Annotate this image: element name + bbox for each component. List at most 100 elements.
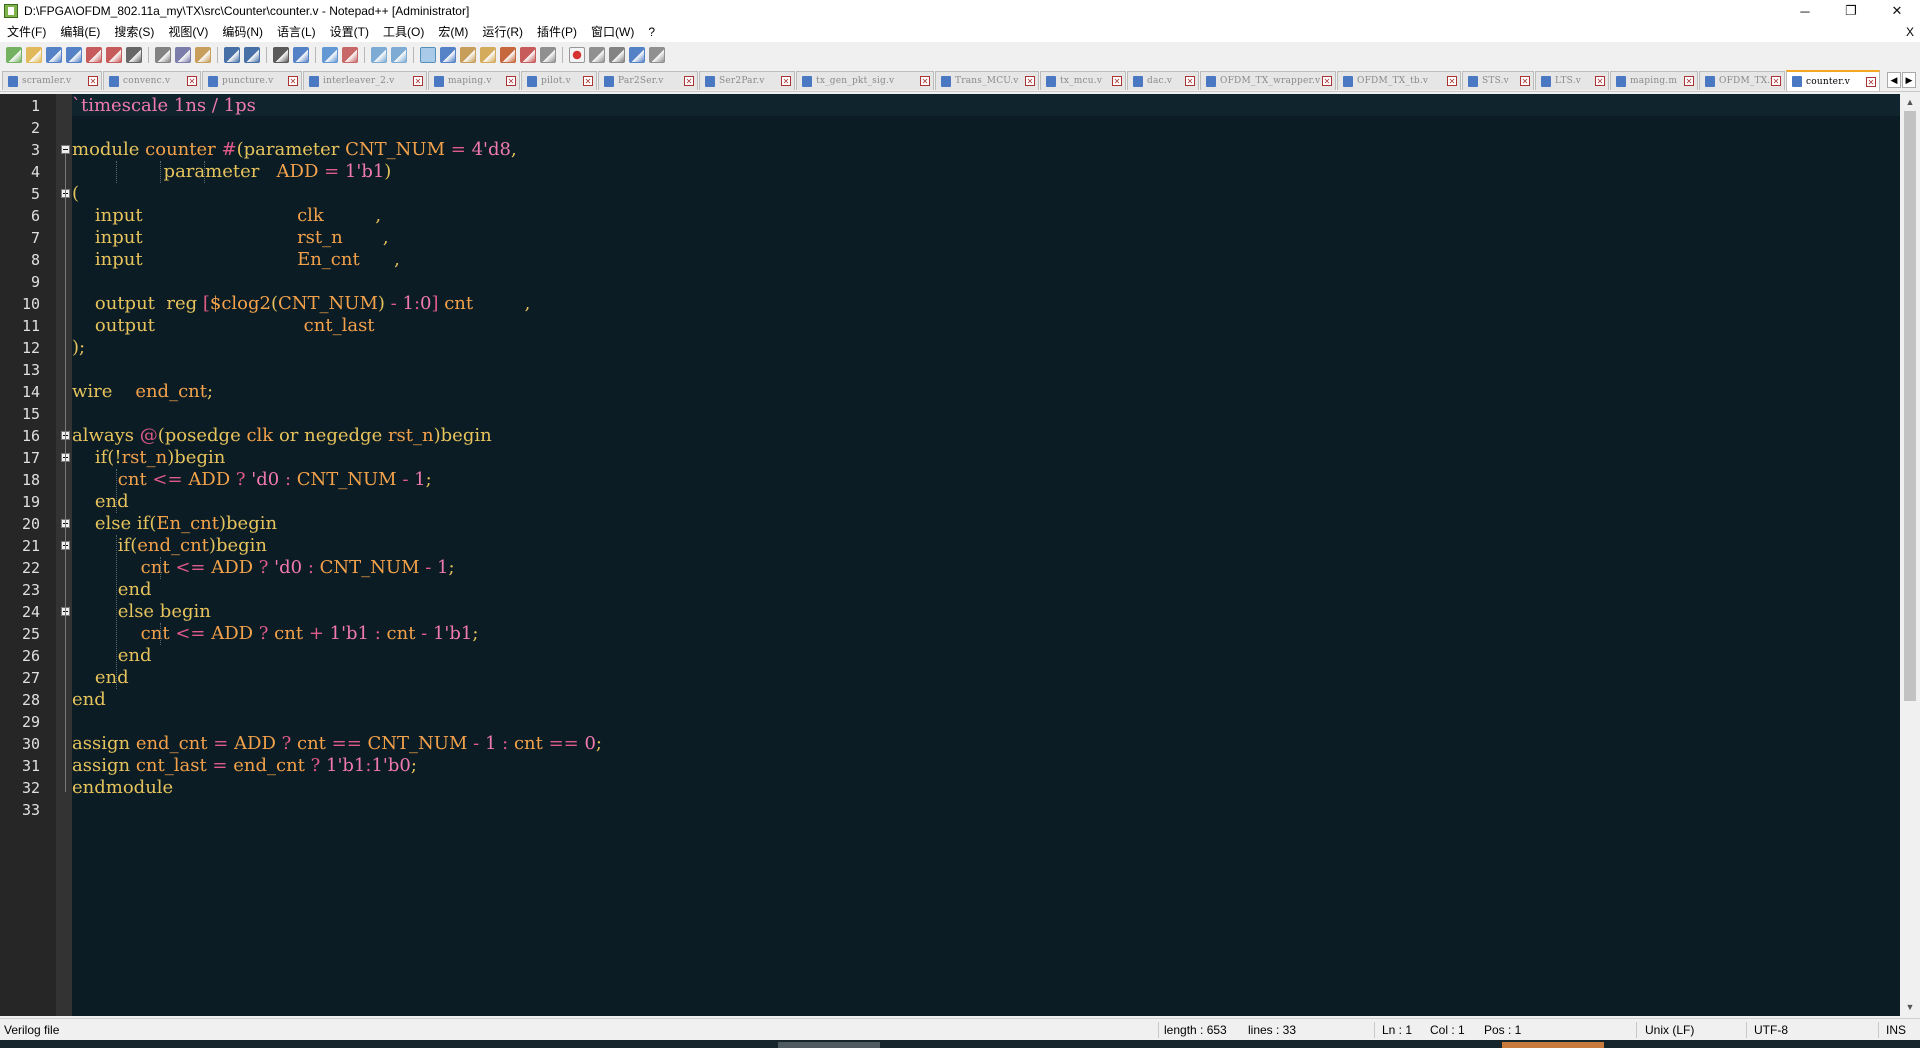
record-macro-icon[interactable] (569, 47, 585, 63)
undo-icon[interactable] (224, 47, 240, 63)
zoom-out-icon[interactable] (342, 47, 358, 63)
open-file-icon[interactable] (26, 47, 42, 63)
show-all-chars-icon[interactable] (440, 47, 456, 63)
save-all-icon[interactable] (66, 47, 82, 63)
tab-scroll-right-icon[interactable]: ▶ (1902, 72, 1916, 88)
tab-close-icon[interactable]: ✕ (1447, 76, 1457, 86)
tab-dac-v[interactable]: dac.v ✕ (1127, 71, 1199, 90)
replace-icon[interactable] (293, 47, 309, 63)
line-number: 32 (21, 779, 40, 797)
indent-guide-icon[interactable] (460, 47, 476, 63)
tab-close-icon[interactable]: ✕ (583, 76, 593, 86)
tab-sts-v[interactable]: STS.v ✕ (1462, 71, 1534, 90)
tab-close-icon[interactable]: ✕ (1112, 76, 1122, 86)
doc-map-icon[interactable] (480, 47, 496, 63)
tab-tx-gen-pkt-sig-v[interactable]: tx_gen_pkt_sig.v ✕ (796, 71, 934, 90)
tab-close-icon[interactable]: ✕ (920, 76, 930, 86)
scroll-up-icon[interactable]: ▲ (1900, 94, 1920, 111)
tab-close-icon[interactable]: ✕ (88, 76, 98, 86)
tab-scramler-v[interactable]: scramler.v ✕ (2, 71, 102, 90)
menu-macro[interactable]: 宏(M) (431, 22, 475, 42)
tab-tx-mcu-v[interactable]: tx_mcu.v ✕ (1040, 71, 1126, 90)
redo-icon[interactable] (244, 47, 260, 63)
tab-puncture-v[interactable]: puncture.v ✕ (202, 71, 302, 90)
scrollbar-thumb[interactable] (1904, 111, 1916, 701)
status-eol[interactable]: Unix (LF) (1645, 1019, 1694, 1041)
tab-close-icon[interactable]: ✕ (288, 76, 298, 86)
menu-view[interactable]: 视图(V) (161, 22, 215, 42)
function-list-icon[interactable] (500, 47, 516, 63)
sync-vertical-icon[interactable] (371, 47, 387, 63)
tab-close-icon[interactable]: ✕ (1322, 76, 1332, 86)
menu-tools[interactable]: 工具(O) (376, 22, 431, 42)
menu-help[interactable]: ? (641, 22, 662, 42)
restore-button[interactable]: ❐ (1828, 0, 1874, 22)
tab-close-icon[interactable]: ✕ (1595, 76, 1605, 86)
zoom-in-icon[interactable] (322, 47, 338, 63)
play-macro-icon[interactable] (609, 47, 625, 63)
save-icon[interactable] (46, 47, 62, 63)
tab-interleaver-2-v[interactable]: interleaver_2.v ✕ (303, 71, 427, 90)
close-document-button[interactable]: X (1906, 22, 1914, 42)
status-encoding[interactable]: UTF-8 (1754, 1019, 1788, 1041)
tab-close-icon[interactable]: ✕ (413, 76, 423, 86)
menu-edit[interactable]: 编辑(E) (53, 22, 107, 42)
tab-ofdm-tx-wrapper-v[interactable]: OFDM_TX_wrapper.v ✕ (1200, 71, 1336, 90)
fold-collapse-icon[interactable] (61, 145, 70, 154)
cut-icon[interactable] (155, 47, 171, 63)
status-insert-mode[interactable]: INS (1886, 1019, 1906, 1041)
menu-run[interactable]: 运行(R) (475, 22, 530, 42)
menu-search[interactable]: 搜索(S) (107, 22, 161, 42)
word-wrap-icon[interactable] (420, 47, 436, 63)
tab-trans-mcu-v[interactable]: Trans_MCU.v ✕ (935, 71, 1039, 90)
print-icon[interactable] (126, 47, 142, 63)
taskbar-strip (0, 1040, 1920, 1048)
scroll-down-icon[interactable]: ▼ (1900, 999, 1920, 1016)
tab-par2ser-v[interactable]: Par2Ser.v ✕ (598, 71, 698, 90)
code-area[interactable]: `timescale 1ns / 1ps module counter #(par… (72, 94, 1900, 1016)
tab-ofdm-tx-v[interactable]: OFDM_TX.v ✕ (1699, 71, 1785, 90)
tab-close-icon[interactable]: ✕ (781, 76, 791, 86)
monitoring-icon[interactable] (540, 47, 556, 63)
tab-close-icon[interactable]: ✕ (506, 76, 516, 86)
save-macro-icon[interactable] (649, 47, 665, 63)
tab-close-icon[interactable]: ✕ (1684, 76, 1694, 86)
paste-icon[interactable] (195, 47, 211, 63)
tab-ofdm-tx-tb-v[interactable]: OFDM_TX_tb.v ✕ (1337, 71, 1461, 90)
close-all-icon[interactable] (106, 47, 122, 63)
tab-maping-m[interactable]: maping.m ✕ (1610, 71, 1698, 90)
tab-pilot-v[interactable]: pilot.v ✕ (521, 71, 597, 90)
new-file-icon[interactable] (6, 47, 22, 63)
sync-horizontal-icon[interactable] (391, 47, 407, 63)
tab-close-icon[interactable]: ✕ (1025, 76, 1035, 86)
tab-close-icon[interactable]: ✕ (1520, 76, 1530, 86)
tab-close-icon[interactable]: ✕ (1866, 76, 1876, 87)
tab-close-icon[interactable]: ✕ (187, 76, 197, 86)
vertical-scrollbar[interactable]: ▲ ▼ (1900, 94, 1920, 1016)
close-icon[interactable] (86, 47, 102, 63)
menu-language[interactable]: 语言(L) (270, 22, 323, 42)
menu-encoding[interactable]: 编码(N) (215, 22, 270, 42)
code-token: ? (310, 755, 326, 776)
fold-margin[interactable] (56, 94, 72, 1016)
tab-counter-v[interactable]: counter.v ✕ (1786, 70, 1880, 91)
minimize-button[interactable]: ─ (1782, 0, 1828, 22)
tab-maping-v[interactable]: maping.v ✕ (428, 71, 520, 90)
tab-scroll-left-icon[interactable]: ◀ (1887, 72, 1901, 88)
tab-ser2par-v[interactable]: Ser2Par.v ✕ (699, 71, 795, 90)
copy-icon[interactable] (175, 47, 191, 63)
menu-settings[interactable]: 设置(T) (323, 22, 376, 42)
close-window-button[interactable]: ✕ (1874, 0, 1920, 22)
tab-lts-v[interactable]: LTS.v ✕ (1535, 71, 1609, 90)
tab-close-icon[interactable]: ✕ (684, 76, 694, 86)
menu-window[interactable]: 窗口(W) (584, 22, 641, 42)
tab-convenc-v[interactable]: convenc.v ✕ (103, 71, 201, 90)
menu-file[interactable]: 文件(F) (0, 22, 53, 42)
stop-record-icon[interactable] (589, 47, 605, 63)
run-macro-multiple-icon[interactable] (629, 47, 645, 63)
menu-plugins[interactable]: 插件(P) (530, 22, 584, 42)
tab-close-icon[interactable]: ✕ (1185, 76, 1195, 86)
tab-close-icon[interactable]: ✕ (1771, 76, 1781, 86)
find-icon[interactable] (273, 47, 289, 63)
folder-workspace-icon[interactable] (520, 47, 536, 63)
